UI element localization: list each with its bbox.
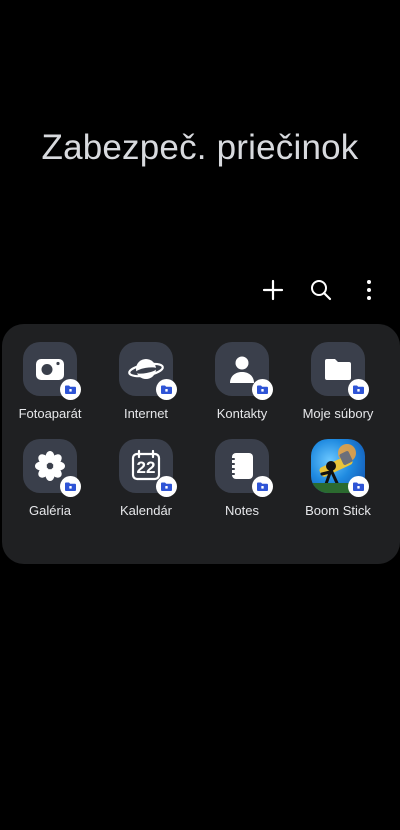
secure-folder-badge-icon	[252, 379, 273, 400]
secure-folder-badge-icon	[60, 379, 81, 400]
app-label: Kalendár	[119, 503, 173, 518]
secure-folder-badge-icon	[252, 476, 273, 497]
secure-folder-badge-icon	[156, 379, 177, 400]
more-vertical-icon	[367, 280, 371, 300]
search-button[interactable]	[304, 272, 338, 308]
person-icon	[230, 356, 254, 383]
app-label: Internet	[123, 406, 169, 421]
secure-folder-badge-icon	[156, 476, 177, 497]
toolbar	[256, 272, 386, 308]
plus-icon	[262, 279, 284, 301]
notes-icon	[230, 453, 253, 479]
app-galeria[interactable]: Galéria	[2, 439, 98, 518]
folder-icon	[325, 359, 351, 380]
app-boom-stick[interactable]: Boom Stick	[290, 439, 386, 518]
add-button[interactable]	[256, 272, 290, 308]
app-kontakty[interactable]: Kontakty	[194, 342, 290, 421]
app-notes[interactable]: Notes	[194, 439, 290, 518]
secure-folder-badge-icon	[348, 379, 369, 400]
app-fotoaparat[interactable]: Fotoaparát	[2, 342, 98, 421]
more-options-button[interactable]	[352, 272, 386, 308]
secure-folder-badge-icon	[348, 476, 369, 497]
app-internet[interactable]: Internet	[98, 342, 194, 421]
secure-folder-apps-panel: Fotoaparát Internet Kontakty Moje súbory…	[2, 324, 400, 564]
app-label: Notes	[225, 503, 259, 518]
app-label: Fotoaparát	[18, 406, 82, 421]
app-label: Galéria	[29, 503, 71, 518]
page-title: Zabezpeč. priečinok	[41, 128, 359, 167]
app-label: Moje súbory	[302, 406, 374, 421]
search-icon	[311, 280, 332, 301]
camera-icon	[36, 359, 64, 380]
app-kalendar[interactable]: 22 Kalendár	[98, 439, 194, 518]
secure-folder-badge-icon	[60, 476, 81, 497]
calendar-day-number: 22	[136, 458, 156, 477]
app-label: Boom Stick	[305, 503, 371, 518]
app-moje-subory[interactable]: Moje súbory	[290, 342, 386, 421]
app-label: Kontakty	[216, 406, 268, 421]
